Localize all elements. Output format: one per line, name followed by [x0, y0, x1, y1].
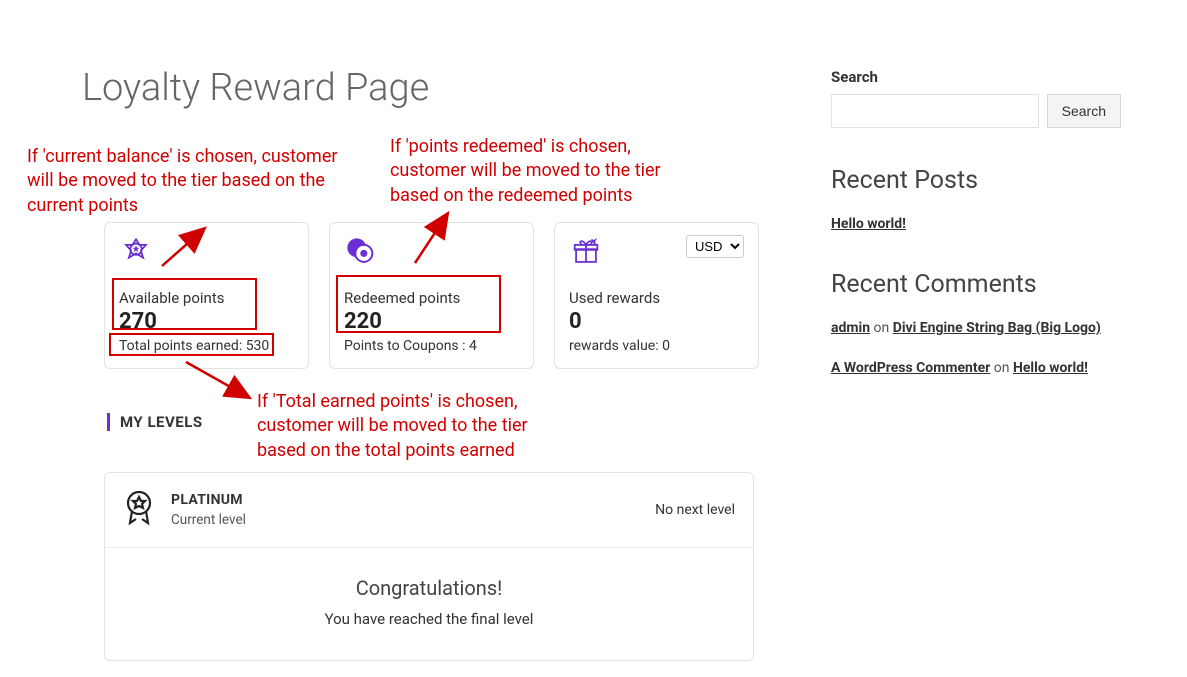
sidebar: Search Search Recent Posts Hello world! … [831, 68, 1121, 418]
redeemed-points-label: Redeemed points [344, 289, 519, 307]
congratulations-text: Congratulations! [115, 576, 743, 600]
recent-comment: admin on Divi Engine String Bag (Big Log… [831, 317, 1121, 339]
comment-post-link[interactable]: Hello world! [1013, 360, 1088, 376]
level-card: PLATINUM Current level No next level Con… [104, 472, 754, 661]
my-levels-section-title: MY LEVELS [107, 413, 203, 431]
rewards-value: rewards value: 0 [569, 338, 744, 354]
search-input[interactable] [831, 94, 1039, 128]
card-used-rewards: USD Used rewards 0 rewards value: 0 [554, 222, 759, 369]
annotation-total-earned: If 'Total earned points' is chosen, cust… [257, 390, 577, 463]
recent-comment: A WordPress Commenter on Hello world! [831, 357, 1121, 379]
redeemed-points-value: 220 [344, 309, 519, 334]
page-title: Loyalty Reward Page [82, 66, 429, 110]
recent-post-link[interactable]: Hello world! [831, 216, 906, 232]
medal-icon [123, 489, 155, 531]
level-name: PLATINUM [171, 492, 655, 508]
current-level-label: Current level [171, 512, 655, 528]
gift-icon [569, 235, 603, 273]
recent-comments-heading: Recent Comments [831, 270, 1121, 299]
comment-post-link[interactable]: Divi Engine String Bag (Big Logo) [893, 320, 1101, 336]
next-level-label: No next level [655, 502, 735, 518]
used-rewards-label: Used rewards [569, 289, 744, 307]
annotation-current-balance: If 'current balance' is chosen, customer… [27, 145, 367, 218]
card-available-points: Available points 270 Total points earned… [104, 222, 309, 369]
used-rewards-value: 0 [569, 309, 744, 334]
search-label: Search [831, 68, 1121, 86]
available-points-label: Available points [119, 289, 294, 307]
total-points-earned: Total points earned: 530 [119, 338, 294, 354]
comment-author-link[interactable]: admin [831, 320, 870, 336]
coins-icon [344, 235, 378, 273]
badge-star-icon [119, 235, 153, 273]
search-button[interactable]: Search [1047, 94, 1121, 128]
stats-cards-row: Available points 270 Total points earned… [104, 222, 759, 369]
final-level-text: You have reached the final level [115, 610, 743, 628]
currency-select[interactable]: USD [686, 235, 744, 258]
available-points-value: 270 [119, 309, 294, 334]
points-to-coupons: Points to Coupons : 4 [344, 338, 519, 354]
recent-posts-heading: Recent Posts [831, 166, 1121, 195]
annotation-points-redeemed: If 'points redeemed' is chosen, customer… [390, 135, 700, 208]
card-redeemed-points: Redeemed points 220 Points to Coupons : … [329, 222, 534, 369]
comment-author-link[interactable]: A WordPress Commenter [831, 360, 990, 376]
